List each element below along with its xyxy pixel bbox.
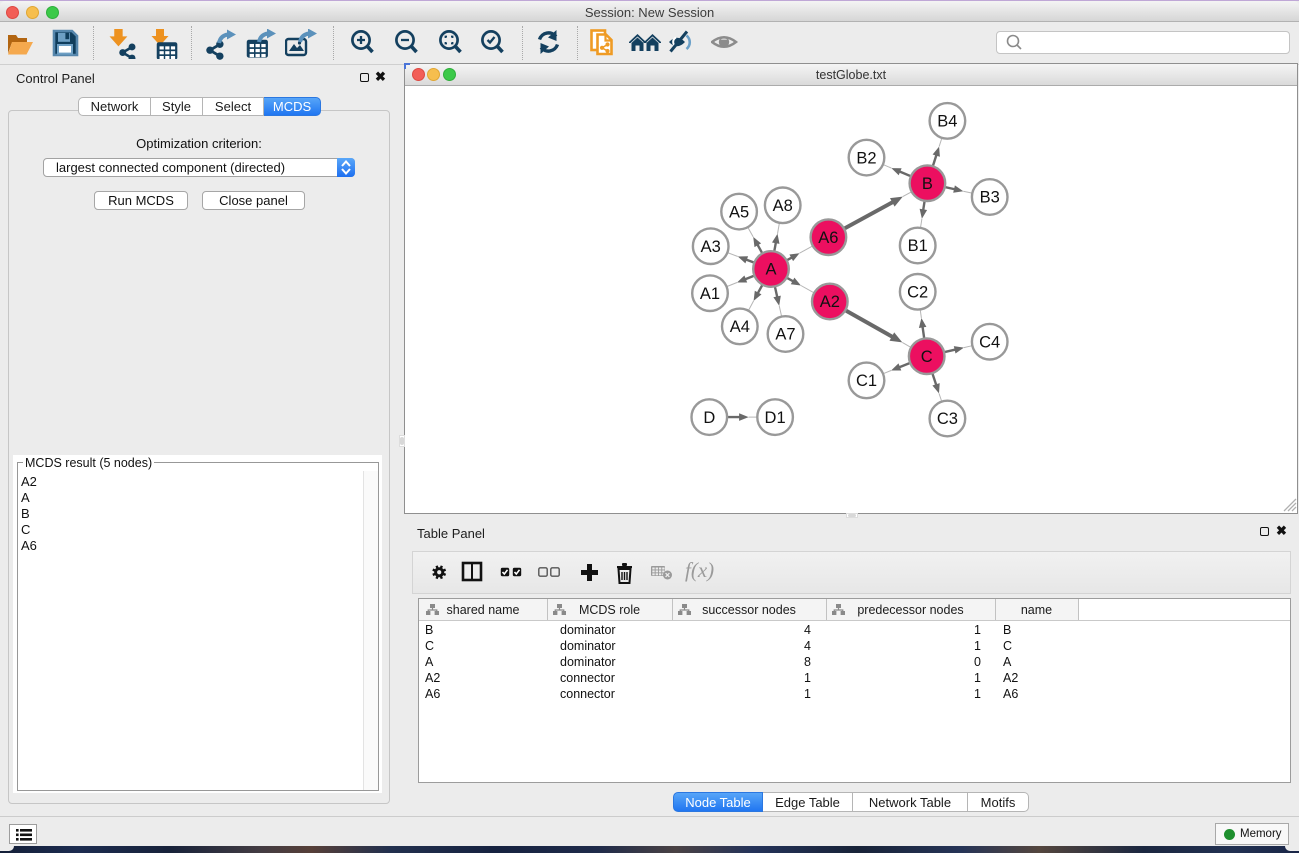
svg-text:B4: B4 [937, 113, 957, 131]
svg-text:D: D [703, 409, 715, 427]
svg-text:A8: A8 [773, 197, 793, 215]
svg-text:A5: A5 [729, 203, 749, 221]
svg-text:C4: C4 [979, 333, 1000, 351]
svg-text:B: B [922, 175, 933, 193]
svg-text:A1: A1 [700, 285, 720, 303]
svg-text:A: A [765, 261, 776, 279]
svg-text:A4: A4 [730, 318, 750, 336]
svg-text:B3: B3 [980, 189, 1000, 207]
svg-text:D1: D1 [765, 409, 786, 427]
svg-text:B1: B1 [908, 237, 928, 255]
svg-text:A2: A2 [820, 293, 840, 311]
svg-text:C1: C1 [856, 372, 877, 390]
svg-text:C3: C3 [937, 410, 958, 428]
svg-text:B2: B2 [856, 149, 876, 167]
svg-text:A3: A3 [701, 238, 721, 256]
svg-text:C: C [921, 348, 933, 366]
svg-text:C2: C2 [907, 284, 928, 302]
svg-text:A7: A7 [775, 326, 795, 344]
svg-text:A6: A6 [818, 229, 838, 247]
